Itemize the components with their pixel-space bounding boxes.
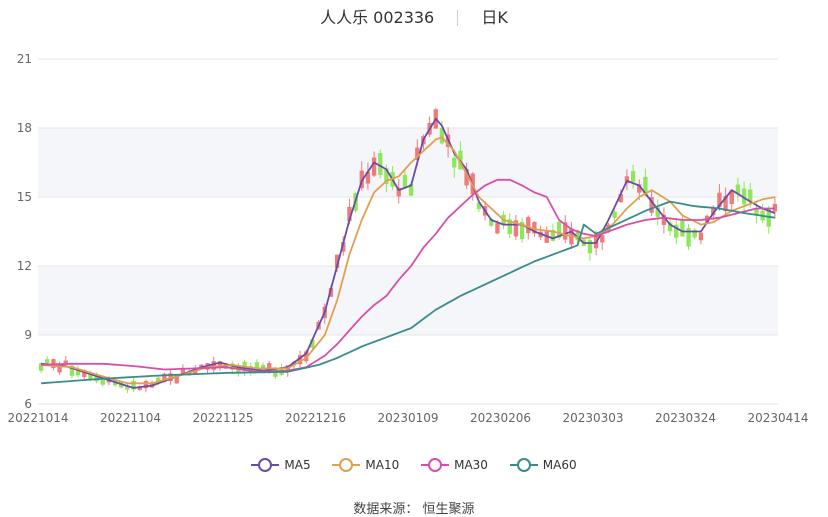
y-tick-label: 12 [17, 259, 32, 273]
legend-ma10-label: MA10 [365, 458, 400, 472]
candle [69, 363, 75, 379]
candle [279, 363, 284, 376]
x-tick-label: 20230109 [377, 411, 438, 425]
candle [519, 217, 525, 243]
y-tick-label: 6 [24, 397, 32, 411]
legend-ma60[interactable]: MA60 [509, 458, 577, 472]
legend-ma10-marker [332, 458, 361, 472]
candle [507, 213, 512, 239]
x-tick-label: 20221125 [192, 411, 253, 425]
x-tick-label: 20230414 [747, 411, 808, 425]
x-tick-label: 20221104 [100, 411, 161, 425]
y-axis-labels: 6 9 12 15 18 21 [17, 52, 32, 411]
candle-body [402, 175, 408, 189]
candle [131, 377, 136, 393]
legend-ma10[interactable]: MA10 [332, 458, 399, 472]
kline-chart: 6912151821 20221014 20221104 20221125 20221… [7, 52, 808, 425]
legend-ma60-marker [509, 458, 538, 472]
candle [760, 203, 765, 223]
candle-body [45, 359, 50, 363]
y-tick-label: 15 [17, 190, 32, 204]
plot-band [38, 266, 778, 335]
legend-ma30-label: MA30 [454, 458, 488, 472]
legend: MA5 MA10 MA30 MA60 [0, 458, 828, 475]
candle [661, 207, 667, 234]
y-tick-label: 18 [17, 121, 32, 135]
plot-bands [38, 128, 778, 335]
candle-body [698, 232, 704, 241]
candle-body [680, 221, 685, 237]
x-tick-label: 20230324 [655, 411, 716, 425]
grid-lines [38, 58, 778, 405]
candle [513, 214, 519, 241]
candle [125, 382, 130, 394]
candle-body [630, 171, 636, 183]
x-tick-label: 20230206 [470, 411, 531, 425]
legend-ma5[interactable]: MA5 [251, 458, 311, 472]
candle [692, 227, 697, 240]
candle-body [587, 240, 593, 254]
candle-body [526, 217, 531, 234]
legend-ma30[interactable]: MA30 [421, 458, 488, 472]
candle [686, 224, 691, 251]
legend-ma30-marker [421, 458, 450, 472]
x-axis-labels: 20221014 20221104 20221125 20221216 20230109… [7, 411, 808, 425]
candle [75, 365, 81, 378]
candle [563, 215, 568, 244]
y-tick-label: 21 [17, 52, 32, 66]
legend-ma60-label: MA60 [542, 458, 577, 472]
candle-body [371, 157, 377, 176]
candle-body [452, 157, 457, 168]
x-tick-label: 20230303 [562, 411, 623, 425]
y-tick-label: 9 [24, 328, 32, 342]
x-tick-label: 20221014 [7, 411, 68, 425]
x-tick-label: 20221216 [285, 411, 346, 425]
legend-ma5-label: MA5 [284, 458, 311, 472]
candle [698, 230, 704, 245]
candle [378, 149, 383, 179]
candle-body [378, 153, 383, 175]
candle [674, 217, 679, 245]
candle [587, 238, 593, 261]
candle-body [495, 223, 500, 234]
candle-body [612, 211, 617, 218]
legend-ma5-marker [251, 458, 280, 472]
data-source: 数据来源： 恒生聚源 [353, 502, 475, 517]
